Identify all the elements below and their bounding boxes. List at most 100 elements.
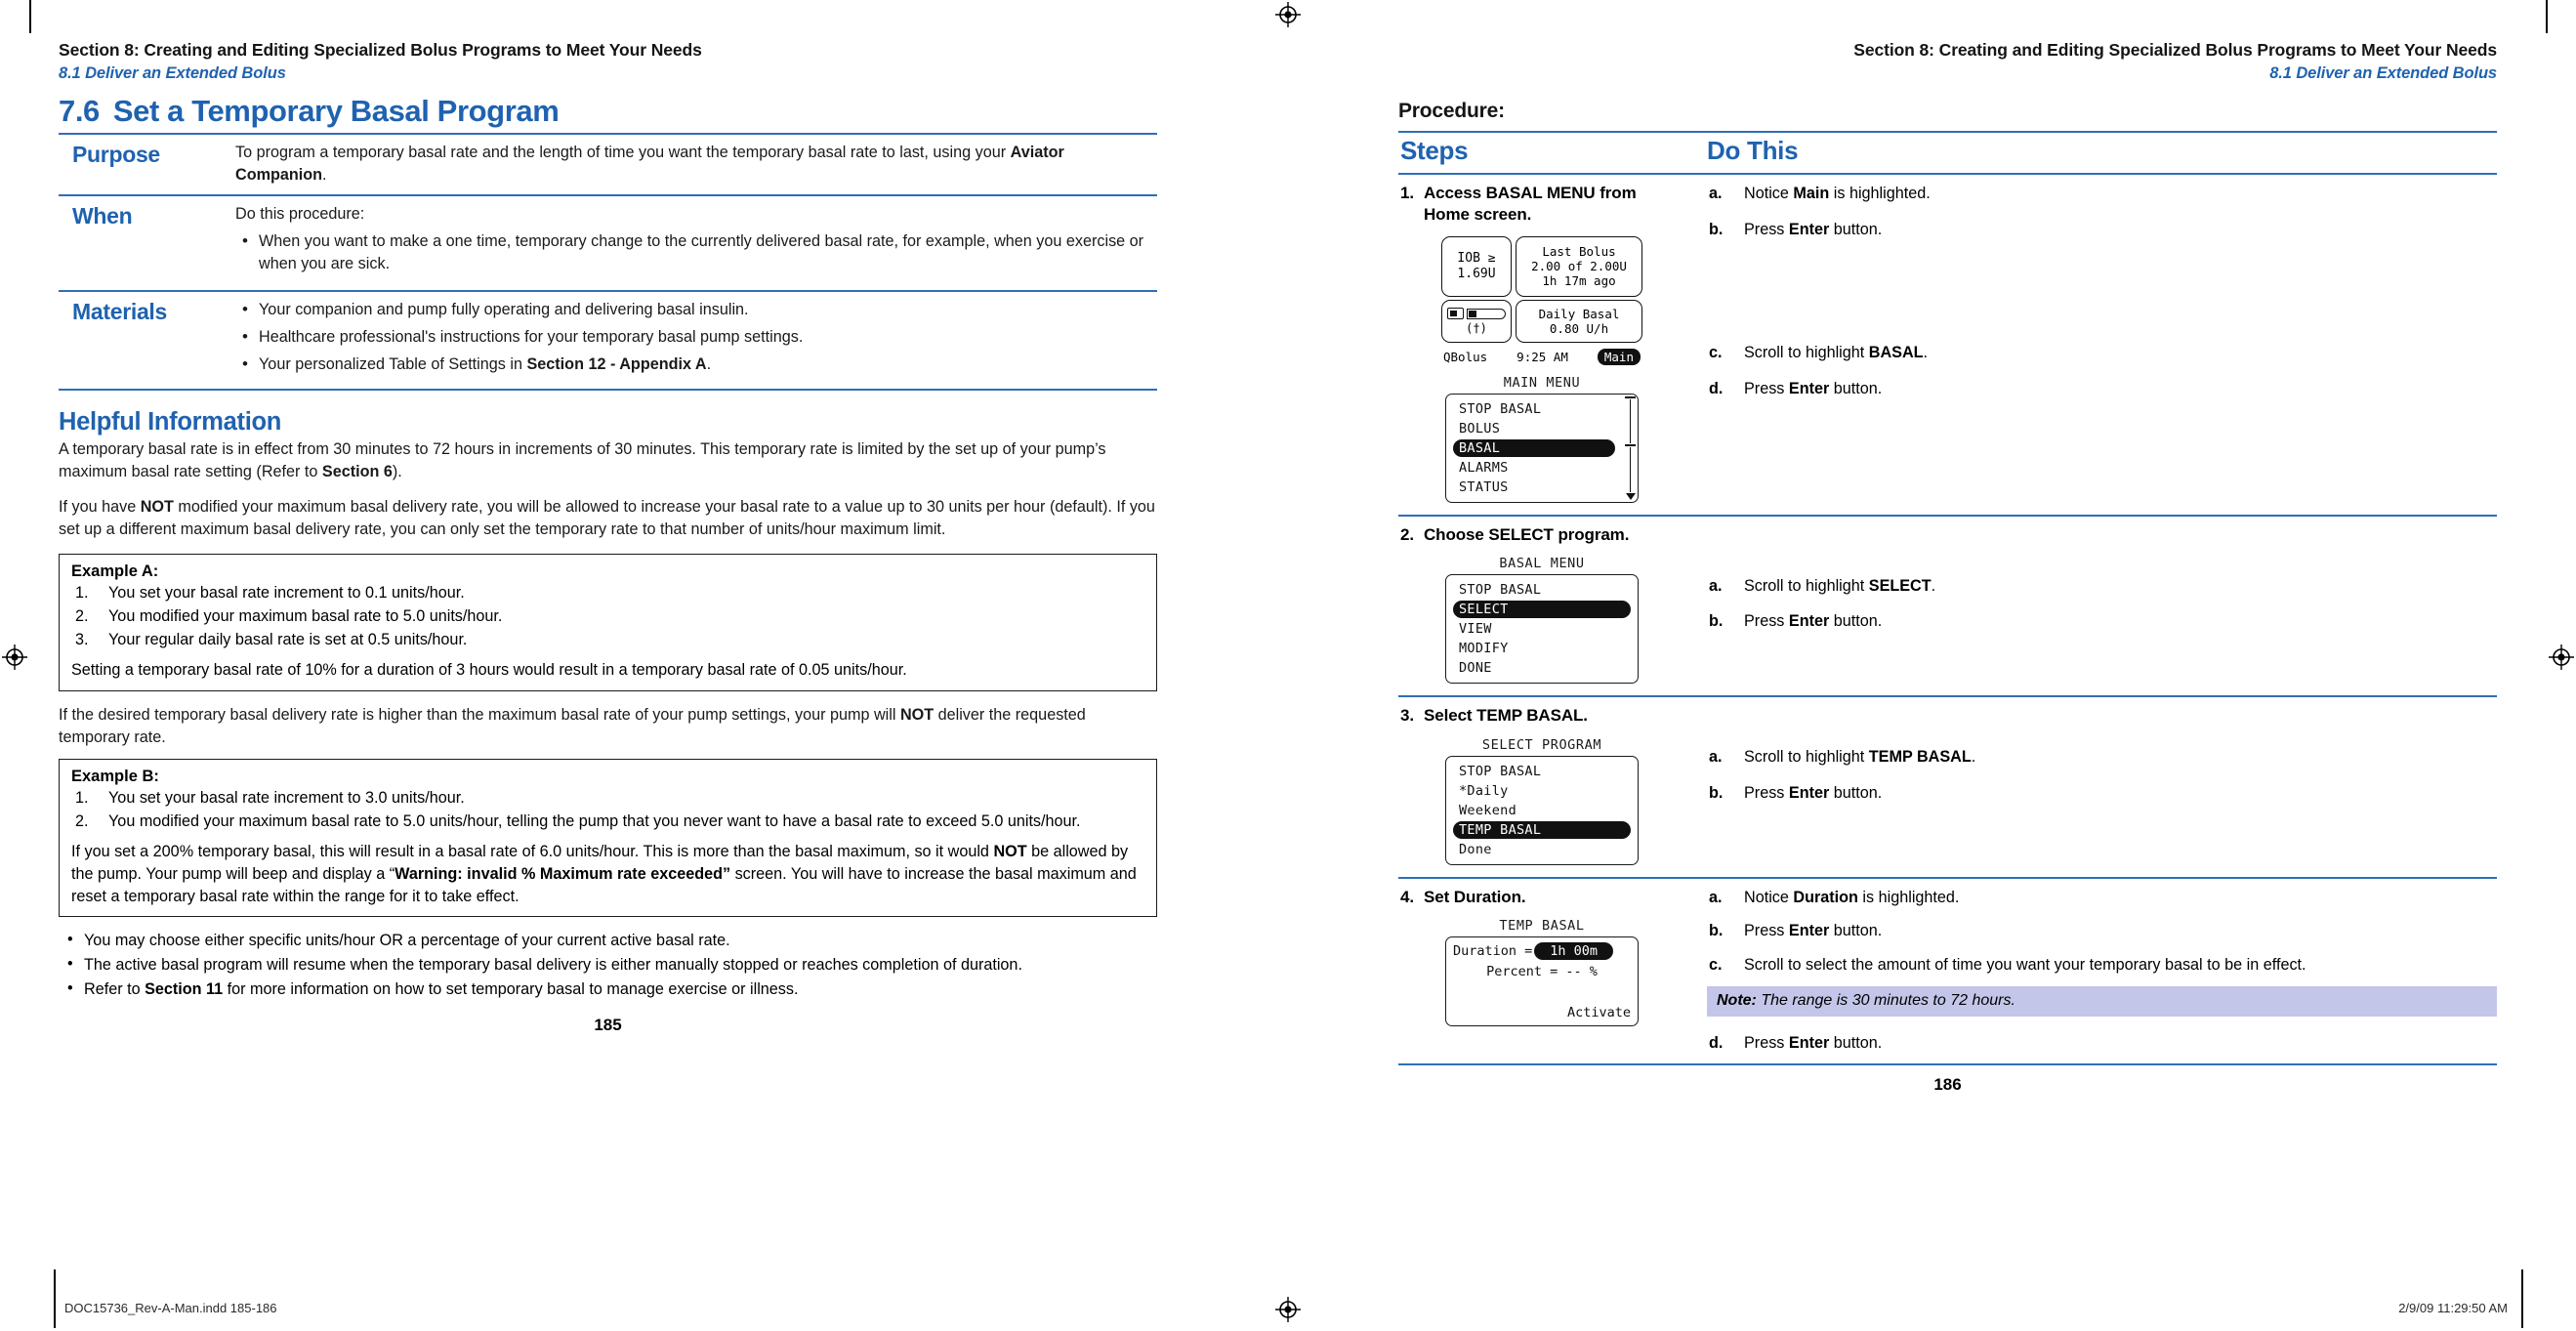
- example-a-list: You set your basal rate increment to 0.1…: [71, 582, 1144, 650]
- last-bolus-value: 2.00 of 2.00U: [1531, 259, 1627, 274]
- menu-item[interactable]: STATUS: [1453, 478, 1615, 497]
- main-menu-title: MAIN MENU: [1503, 374, 1581, 391]
- battery-cartridge-icons: [1444, 306, 1509, 321]
- helpful-paragraph-1: A temporary basal rate is in effect from…: [59, 440, 1106, 481]
- menu-item[interactable]: ALARMS: [1453, 458, 1615, 478]
- last-bolus-label: Last Bolus: [1542, 243, 1616, 259]
- pump-temp-basal-screen: TEMP BASAL Duration = 1h 00m Percent = -…: [1400, 918, 1683, 1027]
- menu-item[interactable]: Done: [1453, 840, 1631, 859]
- menu-item-selected[interactable]: SELECT: [1453, 600, 1631, 619]
- list-item: When you want to make a one time, tempor…: [235, 229, 1153, 274]
- left-page: Section 8: Creating and Editing Speciali…: [59, 39, 1157, 1274]
- purpose-tail: .: [322, 165, 327, 184]
- action-bold: Enter: [1788, 922, 1830, 940]
- select-program-list: STOP BASAL *Daily Weekend TEMP BASAL Don…: [1445, 755, 1639, 865]
- reservoir-tile[interactable]: (†): [1441, 299, 1512, 343]
- duration-row[interactable]: Duration = 1h 00m: [1453, 942, 1631, 961]
- left-running-subhead: 8.1 Deliver an Extended Bolus: [59, 63, 286, 82]
- menu-item-label: STATUS: [1459, 478, 1509, 495]
- list-item: Refer to Section 11 for more information…: [59, 977, 1157, 1001]
- table-row: Materials Your companion and pump fully …: [59, 291, 1157, 391]
- example-b-title: Example B:: [71, 767, 159, 785]
- menu-item[interactable]: STOP BASAL: [1453, 580, 1631, 600]
- list-item: d. Press Enter button.: [1707, 378, 2497, 400]
- action-pre: Scroll to highlight: [1744, 748, 1869, 767]
- column-header-do-this: Do This: [1691, 130, 2497, 175]
- menu-item[interactable]: VIEW: [1453, 619, 1631, 639]
- step-4-heading: 4. Set Duration.: [1400, 887, 1683, 908]
- menu-item[interactable]: MODIFY: [1453, 639, 1631, 658]
- scrollbar-track-lower: [1629, 447, 1632, 492]
- menu-item[interactable]: *Daily: [1453, 781, 1631, 801]
- clock-time: 9:25 AM: [1517, 349, 1568, 364]
- menu-item[interactable]: BOLUS: [1453, 419, 1615, 438]
- step-1-heading: 1. Access BASAL MENU from Home screen.: [1400, 183, 1683, 227]
- menu-item-label: BOLUS: [1459, 420, 1501, 437]
- menu-item[interactable]: STOP BASAL: [1453, 762, 1631, 781]
- menu-item[interactable]: Weekend: [1453, 801, 1631, 820]
- activate-row[interactable]: Activate: [1453, 1005, 1631, 1020]
- menu-item-label: STOP BASAL: [1459, 582, 1542, 599]
- right-page-number: 186: [1933, 1075, 1962, 1095]
- step-1-actions-cell: a. Notice Main is highlighted. b. Press En…: [1691, 174, 2497, 516]
- registration-mark-bottom: [1275, 1297, 1301, 1322]
- action-bold: SELECT: [1868, 576, 1932, 595]
- step-3-action-list: a. Scroll to highlight TEMP BASAL. b. Pres…: [1707, 746, 2497, 804]
- pump-home-screen: IOB ≥ 1.69U (†) Last Bolus 2.00 of 2.00U…: [1400, 235, 1683, 365]
- bp-not: NOT: [899, 705, 935, 724]
- iob-tile[interactable]: IOB ≥ 1.69U: [1441, 235, 1512, 297]
- table-row-step-2: 2. Choose SELECT program. BASAL MENU STO…: [1398, 516, 2497, 697]
- row-body-when: Do this procedure: When you want to make…: [229, 195, 1157, 291]
- action-marker: d.: [1709, 379, 1724, 397]
- step-4-action-list-after-note: d. Press Enter button.: [1707, 1032, 2497, 1055]
- example-b-conclusion: If you set a 200% temporary basal, this …: [71, 841, 1144, 907]
- note-text: The range is 30 minutes to 72 hours.: [1756, 991, 2015, 1009]
- list-item: d. Press Enter button.: [1707, 1032, 2497, 1055]
- last-bolus-tile[interactable]: Last Bolus 2.00 of 2.00U 1h 17m ago: [1516, 235, 1642, 297]
- step-1-cell: 1. Access BASAL MENU from Home screen. I…: [1398, 174, 1691, 516]
- table-row-step-4: 4. Set Duration. TEMP BASAL Duration = 1…: [1398, 878, 2497, 1065]
- menu-item-label: Weekend: [1459, 802, 1517, 818]
- registration-mark-right: [2549, 645, 2574, 670]
- chevron-down-icon[interactable]: [1625, 492, 1636, 500]
- menu-item[interactable]: DONE: [1453, 658, 1631, 678]
- document-spread: Section 8: Creating and Editing Speciali…: [0, 0, 2576, 1331]
- activate-button[interactable]: Activate: [1567, 1005, 1631, 1020]
- menu-item-label: DONE: [1459, 660, 1492, 677]
- main-button[interactable]: Main: [1597, 348, 1641, 365]
- menu-item-selected[interactable]: TEMP BASAL: [1453, 820, 1631, 840]
- action-bold: BASAL: [1868, 344, 1924, 362]
- list-item: Healthcare professional's instructions f…: [235, 325, 1153, 349]
- wireless-icon: (†): [1466, 321, 1487, 336]
- right-running-subhead: 8.1 Deliver an Extended Bolus: [2269, 63, 2497, 82]
- between-examples-paragraph: If the desired temporary basal delivery …: [59, 704, 1157, 749]
- left-running-head: Section 8: Creating and Editing Speciali…: [59, 40, 702, 60]
- action-pre: Notice: [1744, 184, 1794, 202]
- scrollbar[interactable]: [1625, 395, 1636, 500]
- qbolus-button[interactable]: QBolus: [1443, 350, 1487, 364]
- daily-basal-label: Daily Basal: [1538, 306, 1620, 321]
- scrollbar-thumb[interactable]: [1625, 444, 1636, 447]
- basal-menu-list: STOP BASAL SELECT VIEW MODIFY DONE: [1445, 574, 1639, 685]
- page-title: 7.6 Set a Temporary Basal Program: [59, 94, 1157, 129]
- scrollbar-top-cap: [1625, 395, 1636, 398]
- action-bold: Enter: [1788, 220, 1830, 238]
- percent-row[interactable]: Percent = -- %: [1453, 964, 1631, 979]
- example-a-conclusion: Setting a temporary basal rate of 10% fo…: [71, 661, 907, 680]
- menu-item-selected[interactable]: BASAL: [1453, 438, 1615, 458]
- home-screen-footer: QBolus 9:25 AM Main: [1441, 348, 1642, 365]
- daily-basal-tile[interactable]: Daily Basal 0.80 U/h: [1516, 299, 1642, 343]
- hp2-b: modified your maximum basal delivery rat…: [59, 498, 1155, 539]
- example-a-title: Example A:: [71, 562, 159, 581]
- procedure-label: Procedure:: [1398, 99, 1505, 122]
- iob-value: 1.69U: [1457, 266, 1496, 281]
- menu-item-label: Done: [1459, 841, 1492, 857]
- left-page-number: 185: [594, 1016, 622, 1035]
- action-bold: Enter: [1788, 379, 1830, 397]
- hp2-a: If you have: [59, 498, 141, 517]
- duration-value[interactable]: 1h 00m: [1534, 942, 1614, 961]
- eb-c1: If you set a 200% temporary basal, this …: [71, 843, 994, 861]
- crop-mark: [2521, 1269, 2523, 1328]
- last-bolus-ago: 1h 17m ago: [1542, 273, 1616, 289]
- menu-item[interactable]: STOP BASAL: [1453, 399, 1615, 419]
